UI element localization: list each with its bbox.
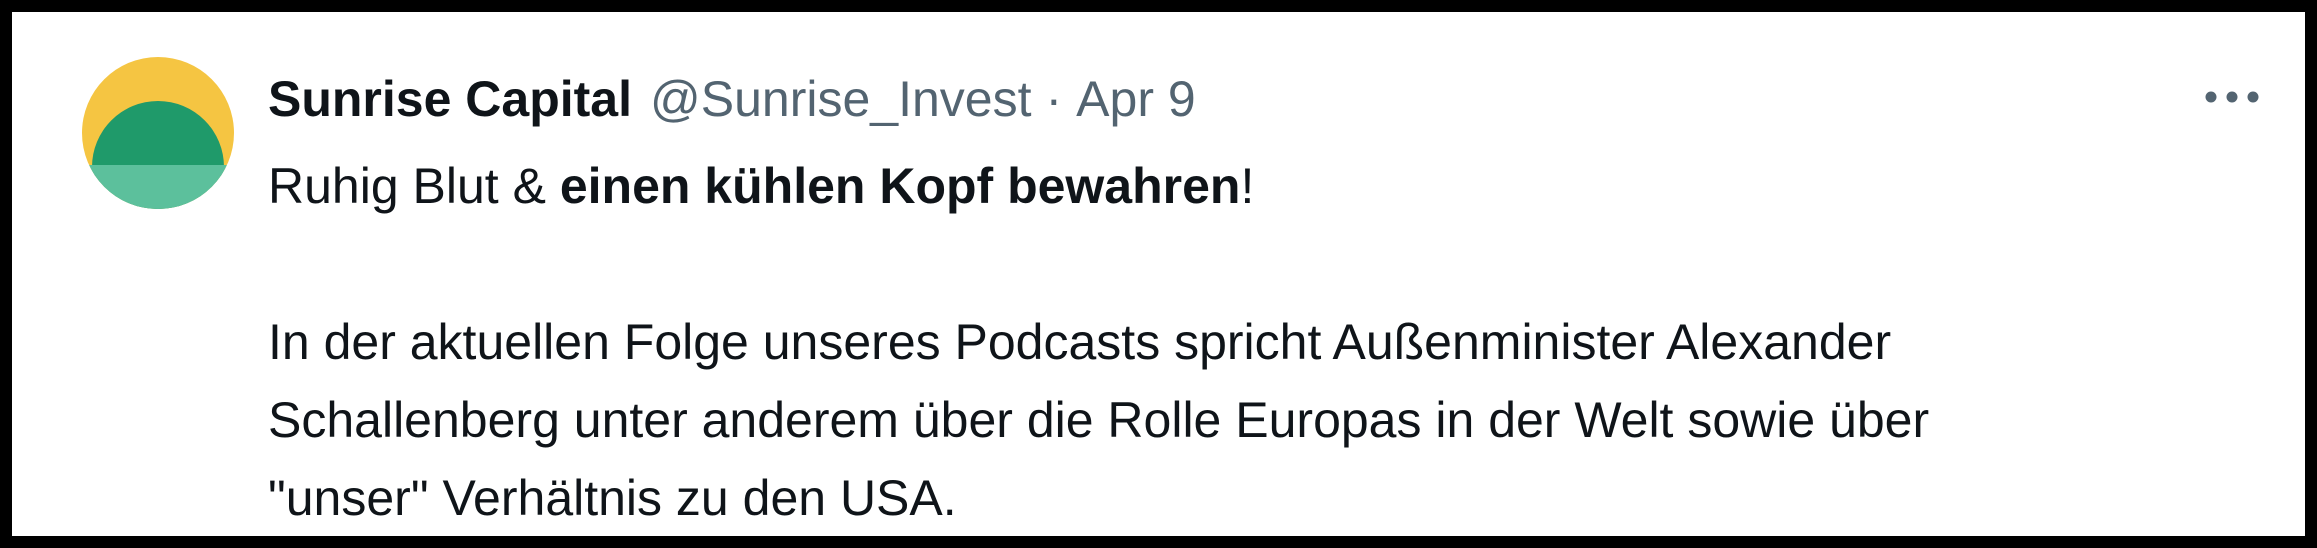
text-normal: Ruhig Blut & — [268, 158, 560, 214]
tweet-date[interactable]: Apr 9 — [1076, 64, 1196, 134]
text-exclamation: ! — [1240, 158, 1255, 214]
tweet-line-2: In der aktuellen Folge unseres Podcasts … — [268, 314, 1892, 370]
tweet-text: Ruhig Blut & einen kühlen Kopf bewahren!… — [268, 147, 2268, 537]
author-name[interactable]: Sunrise Capital — [268, 64, 632, 134]
author-handle[interactable]: @Sunrise_Invest — [650, 64, 1032, 134]
tweet-header: Sunrise Capital @Sunrise_Invest · Apr 9 — [268, 64, 1196, 134]
more-options-button[interactable] — [2197, 72, 2267, 122]
text-bold: einen kühlen Kopf bewahren — [559, 158, 1241, 214]
more-dots-icon — [2205, 91, 2259, 103]
avatar[interactable] — [82, 57, 234, 209]
sunrise-logo-icon — [82, 57, 234, 209]
tweet-card: Sunrise Capital @Sunrise_Invest · Apr 9 … — [0, 0, 2317, 548]
tweet-line-4: "unser" Verhältnis zu den USA. — [268, 470, 957, 526]
tweet-line-3: Schallenberg unter anderem über die Roll… — [268, 392, 1930, 448]
header-separator: · — [1045, 71, 1063, 127]
tweet-line-1: Ruhig Blut & einen kühlen Kopf bewahren! — [268, 147, 2268, 225]
